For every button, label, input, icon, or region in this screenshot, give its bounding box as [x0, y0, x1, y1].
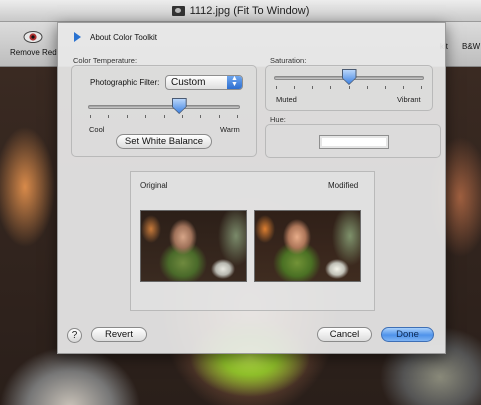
done-button[interactable]: Done	[381, 327, 434, 342]
color-temperature-label: Color Temperature:	[73, 56, 138, 65]
color-temperature-slider-ticks	[90, 115, 238, 119]
revert-button[interactable]: Revert	[91, 327, 147, 342]
modified-label: Modified	[328, 181, 359, 190]
warm-label: Warm	[220, 125, 240, 134]
original-label: Original	[140, 181, 168, 190]
photographic-filter-label: Photographic Filter:	[90, 78, 160, 87]
popup-arrows-icon: ▲ ▼	[227, 75, 242, 89]
hue-color-well[interactable]	[319, 135, 389, 149]
cool-label: Cool	[89, 125, 105, 134]
toolbar-black-white-button[interactable]: B&W	[462, 42, 480, 51]
toolbar-remove-red-eye-button[interactable]: Remove Red	[10, 28, 57, 57]
window-title-bar: 1112.jpg (Fit To Window)	[0, 0, 481, 22]
saturation-label: Saturation:	[270, 56, 307, 65]
set-white-balance-button[interactable]: Set White Balance	[116, 134, 212, 149]
toolbar-remove-red-eye-label: Remove Red	[10, 48, 57, 57]
help-button[interactable]: ?	[67, 328, 82, 343]
toolbar-black-white-label: B&W	[462, 42, 481, 51]
muted-label: Muted	[276, 95, 297, 104]
disclosure-triangle-icon[interactable]	[74, 32, 81, 42]
cancel-button[interactable]: Cancel	[317, 327, 372, 342]
hue-label: Hue:	[270, 115, 286, 124]
color-temperature-slider-track[interactable]	[88, 105, 240, 109]
vibrant-label: Vibrant	[397, 95, 421, 104]
image-document-icon	[171, 5, 185, 16]
eye-icon	[23, 31, 43, 43]
modified-preview-image	[254, 210, 361, 282]
photographic-filter-value: Custom	[171, 77, 206, 88]
original-preview-image	[140, 210, 247, 282]
about-color-toolkit-label[interactable]: About Color Toolkit	[90, 33, 157, 42]
photographic-filter-popup[interactable]: Custom ▲ ▼	[165, 75, 243, 90]
window-title: 1112.jpg (Fit To Window)	[189, 4, 310, 17]
color-toolkit-sheet: About Color Toolkit Color Temperature: P…	[57, 22, 446, 354]
saturation-slider-ticks	[276, 86, 422, 90]
